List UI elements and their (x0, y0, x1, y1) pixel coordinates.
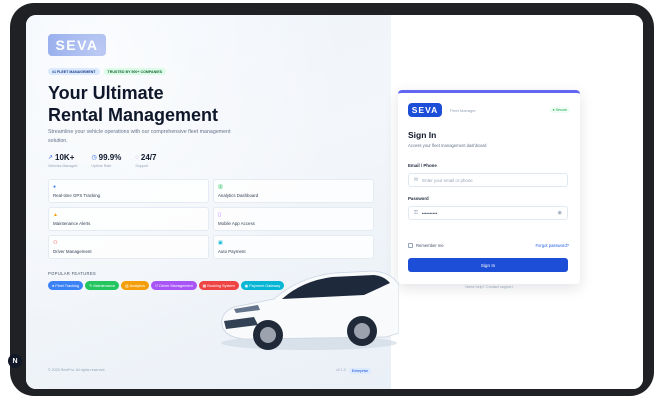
users-icon: ⚇ (53, 240, 58, 246)
email-placeholder: Enter your email or phone (422, 177, 473, 183)
trend-up-icon: ↗ (48, 155, 54, 161)
forgot-password-link[interactable]: Forgot password? (535, 243, 569, 248)
stats-row: ↗ 10K+ Vehicles Managed ◷ 99.9% Uptime Rat… (48, 153, 156, 168)
car-rear-rim (354, 323, 370, 339)
tag-label: Analytics (129, 283, 145, 288)
feature-driver-management: ⚇ Driver Management (48, 235, 209, 259)
tag-label: Fleet Tracking (55, 283, 80, 288)
login-brand-logo: SEVA (408, 103, 442, 117)
car-front-rim (260, 327, 276, 343)
version-label: v2.1.0 (336, 368, 346, 372)
tag-analytics[interactable]: ▥ Analytics (121, 281, 149, 290)
stat-label: Support (135, 164, 148, 168)
signin-title: Sign In (408, 130, 437, 140)
feature-maintenance-alerts: ▲ Maintenance Alerts (48, 207, 209, 231)
password-value: •••••••••• (421, 210, 438, 216)
wrench-icon: ✎ (89, 284, 93, 288)
popular-feature-tags: ● Fleet Tracking ✎ Maintenance ▥ Analytics … (48, 281, 285, 290)
email-label: Email / Phone (408, 163, 437, 168)
tag-label: Booking System (207, 283, 235, 288)
stat-label: Uptime Rate (91, 164, 112, 168)
eye-icon[interactable]: ◉ (558, 210, 562, 216)
help-link[interactable]: Need help? Contact support (398, 285, 580, 289)
shield-icon: ● (552, 108, 555, 112)
support-icon: ◌ (135, 154, 139, 161)
car-illustration (221, 270, 399, 350)
feature-label: Driver Management (53, 249, 92, 254)
tag-booking-system[interactable]: ▦ Booking System (198, 281, 239, 290)
mobile-icon: ▯ (218, 212, 221, 218)
feature-label: Maintenance Alerts (53, 221, 91, 226)
email-field[interactable]: ✉ Enter your email or phone (408, 173, 568, 187)
badge-fleet-management: #1 FLEET MANAGEMENT (48, 68, 100, 75)
chart-icon: ▥ (218, 184, 223, 190)
hero-title-line-2: Rental Management (48, 105, 219, 125)
stat-value: 99.9% (98, 153, 122, 162)
product-name: Fleet Manager (450, 107, 476, 113)
card-icon: ▣ (218, 240, 223, 246)
secure-label: Secure (555, 108, 567, 112)
users-icon: ⚇ (154, 284, 159, 288)
stat-label: Vehicles Managed (48, 164, 78, 168)
marketing-panel: SEVA #1 FLEET MANAGEMENT TRUSTED BY 500+… (26, 15, 399, 389)
feature-gps-tracking: ● Real-time GPS Tracking (48, 179, 209, 203)
stat-value: 24/7 (140, 153, 157, 162)
password-field[interactable]: ⚿ •••••••••• ◉ (408, 206, 568, 220)
feature-label: Real-time GPS Tracking (53, 193, 101, 198)
tag-driver-management[interactable]: ⚇ Driver Management (150, 281, 197, 290)
hero-subtitle: Streamline your vehicle operations with … (48, 129, 231, 144)
tag-label: Payment Gateway (249, 283, 281, 288)
clock-icon: ◷ (91, 155, 97, 161)
remember-label: Remember me (416, 243, 444, 248)
user-avatar-button[interactable]: N (8, 354, 22, 368)
copyright: © 2025 RentPro. All rights reserved. (48, 368, 106, 372)
tag-label: Driver Management (159, 283, 193, 288)
stat-uptime: ◷ 99.9% Uptime Rate (91, 153, 121, 168)
stat-value: 10K+ (55, 153, 75, 162)
stat-vehicles: ↗ 10K+ Vehicles Managed (48, 153, 77, 168)
remember-checkbox[interactable] (408, 243, 413, 248)
brand-logo: SEVA (48, 34, 106, 56)
pin-icon: ● (52, 283, 55, 288)
stat-support: ◌ 24/7 Support (135, 153, 156, 168)
feature-mobile-app: ▯ Mobile App Access (213, 207, 374, 231)
feature-label: Mobile App Access (218, 221, 255, 226)
login-card-header: SEVA Fleet Manager ● Secure (408, 103, 570, 117)
feature-analytics-dashboard: ▥ Analytics Dashboard (213, 179, 374, 203)
lock-icon: ⚿ (414, 210, 418, 216)
login-card: SEVA Fleet Manager ● Secure Sign In Acce… (398, 90, 580, 284)
bell-icon: ▲ (53, 212, 58, 218)
mail-icon: ✉ (414, 177, 419, 183)
badge-trusted: TRUSTED BY 500+ COMPANIES (103, 68, 167, 75)
feature-grid: ● Real-time GPS Tracking ▥ Analytics Das… (48, 179, 374, 259)
calendar-icon: ▦ (202, 284, 207, 288)
card-icon: ▣ (244, 284, 249, 288)
version-info: v2.1.0 Enterprise (336, 368, 372, 374)
location-pin-icon: ● (53, 184, 57, 190)
signin-subtitle: Access your fleet management dashboard (408, 143, 487, 148)
secure-badge: ● Secure (549, 107, 570, 113)
tag-fleet-tracking[interactable]: ● Fleet Tracking (48, 281, 84, 290)
feature-label: Auto Payment (218, 249, 246, 254)
hero-title: Your Ultimate Rental Management (48, 82, 218, 126)
remember-me[interactable]: Remember me (408, 243, 444, 248)
tag-label: Maintenance (93, 283, 116, 288)
chart-icon: ▥ (125, 284, 129, 288)
signin-button[interactable]: Sign In (408, 258, 568, 272)
popular-features-label: POPULAR FEATURES (48, 271, 97, 276)
password-label: Password (408, 196, 429, 201)
hero-badges: #1 FLEET MANAGEMENT TRUSTED BY 500+ COMP… (48, 68, 167, 75)
tag-maintenance[interactable]: ✎ Maintenance (85, 281, 120, 290)
feature-label: Analytics Dashboard (218, 193, 259, 198)
hero-title-line-1: Your Ultimate (48, 83, 164, 103)
tag-payment-gateway[interactable]: ▣ Payment Gateway (240, 281, 285, 290)
edition-badge: Enterprise (348, 368, 372, 374)
